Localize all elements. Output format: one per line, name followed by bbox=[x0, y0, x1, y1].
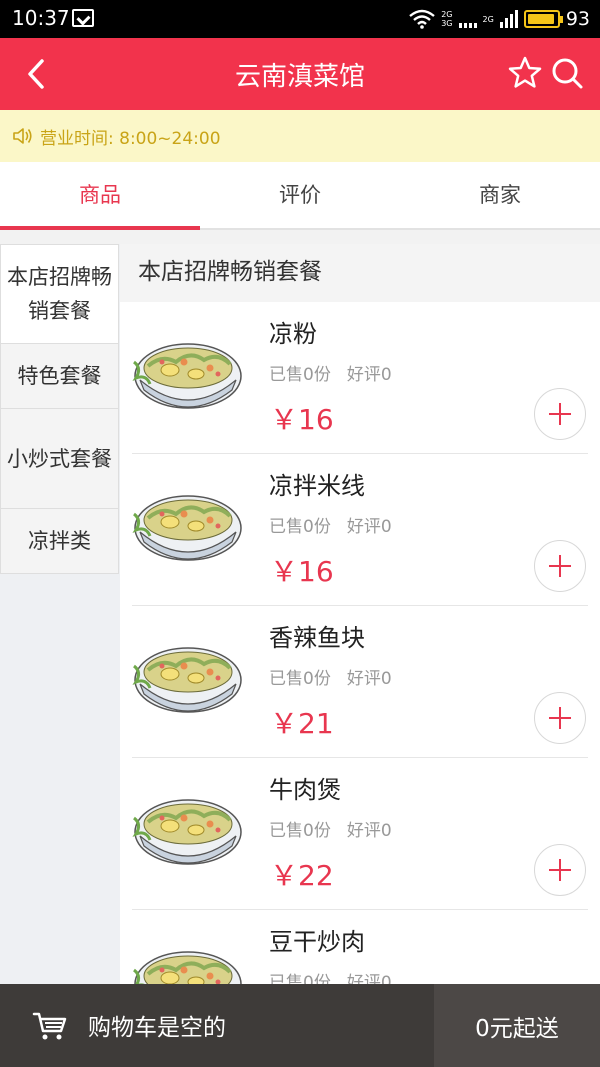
list-item[interactable]: 凉粉 已售0份 好评0 ￥16 bbox=[120, 302, 600, 454]
category-item-stirfry[interactable]: 小炒式套餐 bbox=[0, 409, 119, 509]
tab-bar: 商品 评价 商家 bbox=[0, 162, 600, 230]
tab-merchant[interactable]: 商家 bbox=[400, 162, 600, 228]
dish-image bbox=[132, 950, 243, 984]
add-to-cart-button[interactable] bbox=[534, 692, 586, 744]
network-label-1: 2G 3G bbox=[441, 10, 453, 28]
add-to-cart-button[interactable] bbox=[534, 540, 586, 592]
item-stats: 已售0份 好评0 bbox=[269, 664, 392, 689]
list-item[interactable]: 凉拌米线 已售0份 好评0 ￥16 bbox=[120, 454, 600, 606]
min-order-label: 0元起送 bbox=[434, 984, 600, 1067]
item-name: 豆干炒肉 bbox=[269, 928, 365, 956]
category-item-signature[interactable]: 本店招牌畅销套餐 bbox=[0, 244, 119, 344]
list-item[interactable]: 豆干炒肉 已售0份 好评0 bbox=[120, 910, 600, 984]
add-to-cart-button[interactable] bbox=[534, 844, 586, 896]
speaker-icon bbox=[13, 128, 32, 144]
app-header: 云南滇菜馆 bbox=[0, 38, 600, 110]
item-rating: 好评0 bbox=[346, 669, 392, 689]
item-rating: 好评0 bbox=[346, 517, 392, 537]
item-stats: 已售0份 好评0 bbox=[269, 360, 392, 385]
add-to-cart-button[interactable] bbox=[534, 388, 586, 440]
battery-percent: 93 bbox=[565, 8, 590, 30]
item-stats: 已售0份 好评0 bbox=[269, 512, 392, 537]
item-name: 凉粉 bbox=[269, 320, 317, 348]
search-button[interactable] bbox=[548, 54, 586, 92]
item-name: 香辣鱼块 bbox=[269, 624, 365, 652]
item-name: 牛肉煲 bbox=[269, 776, 341, 804]
product-list: 本店招牌畅销套餐 凉粉 已售0份 好评0 ￥16 凉拌米线 已售0份 好评0 ￥… bbox=[120, 244, 600, 984]
item-sold: 已售0份 bbox=[269, 517, 331, 537]
list-item[interactable]: 香辣鱼块 已售0份 好评0 ￥21 bbox=[120, 606, 600, 758]
category-item-special[interactable]: 特色套餐 bbox=[0, 344, 119, 409]
business-hours-text: 营业时间: 8:00~24:00 bbox=[40, 128, 221, 149]
network-label-2: 2G bbox=[482, 14, 494, 24]
search-icon bbox=[552, 58, 583, 89]
list-item[interactable]: 牛肉煲 已售0份 好评0 ￥22 bbox=[120, 758, 600, 910]
item-price: ￥21 bbox=[270, 707, 334, 740]
item-sold: 已售0份 bbox=[269, 365, 331, 385]
item-name: 凉拌米线 bbox=[269, 472, 365, 500]
cart-bar: 购物车是空的 0元起送 bbox=[0, 984, 600, 1067]
category-item-cold[interactable]: 凉拌类 bbox=[0, 509, 119, 574]
notification-icon bbox=[72, 9, 94, 27]
item-rating: 好评0 bbox=[346, 973, 392, 984]
item-sold: 已售0份 bbox=[269, 669, 331, 689]
item-sold: 已售0份 bbox=[269, 821, 331, 841]
item-rating: 好评0 bbox=[346, 365, 392, 385]
status-time: 10:37 bbox=[12, 6, 70, 30]
section-title: 本店招牌畅销套餐 bbox=[120, 244, 600, 302]
dish-image bbox=[132, 798, 243, 866]
dish-image bbox=[132, 646, 243, 714]
item-price: ￥16 bbox=[270, 555, 334, 588]
status-bar: 10:37 2G 3G 2G 93 bbox=[0, 0, 600, 38]
item-stats: 已售0份 好评0 bbox=[269, 968, 392, 984]
business-hours-notice: 营业时间: 8:00~24:00 bbox=[0, 110, 600, 162]
item-rating: 好评0 bbox=[346, 821, 392, 841]
signal-2-icon bbox=[499, 10, 518, 28]
favorite-button[interactable] bbox=[506, 54, 544, 92]
wifi-icon bbox=[409, 9, 435, 29]
item-price: ￥22 bbox=[270, 859, 334, 892]
dish-image bbox=[132, 494, 243, 562]
tab-products[interactable]: 商品 bbox=[0, 162, 200, 230]
dish-image bbox=[132, 342, 243, 410]
tab-reviews[interactable]: 评价 bbox=[200, 162, 400, 228]
item-price: ￥16 bbox=[270, 403, 334, 436]
item-sold: 已售0份 bbox=[269, 973, 331, 984]
item-stats: 已售0份 好评0 bbox=[269, 816, 392, 841]
battery-icon bbox=[523, 10, 563, 28]
status-indicators: 2G 3G 2G 93 bbox=[409, 4, 590, 34]
category-sidebar: 本店招牌畅销套餐 特色套餐 小炒式套餐 凉拌类 bbox=[0, 244, 120, 984]
cart-icon[interactable] bbox=[32, 1008, 68, 1044]
cart-status-text: 购物车是空的 bbox=[88, 1015, 226, 1041]
star-outline-icon bbox=[508, 56, 542, 88]
signal-1-icon bbox=[458, 10, 477, 28]
